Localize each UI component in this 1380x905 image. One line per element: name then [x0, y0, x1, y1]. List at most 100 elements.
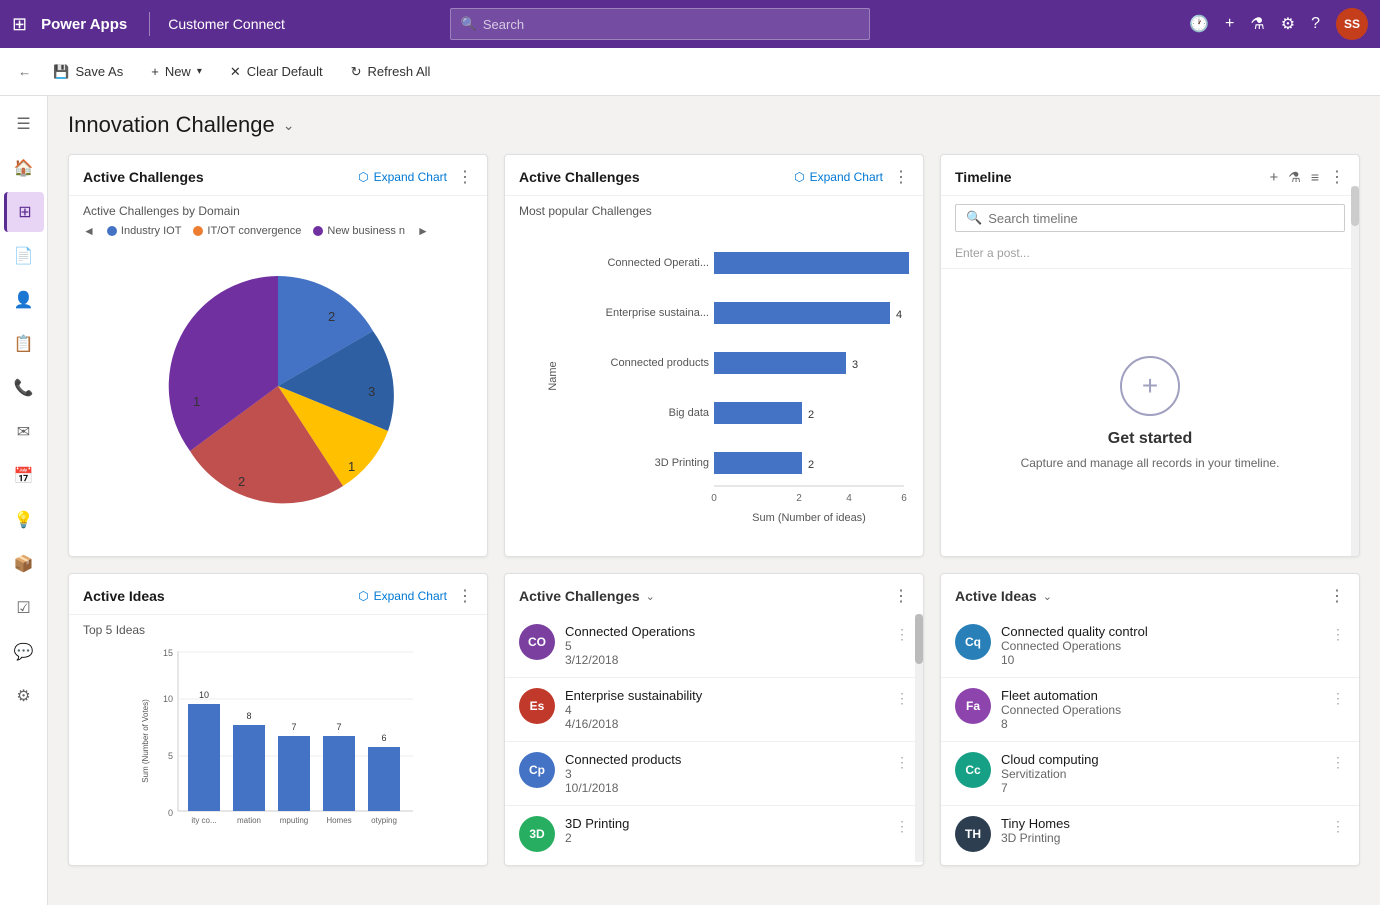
expand-icon-4: ⬡	[358, 589, 368, 603]
bar-label-4: 3D Printing	[655, 457, 709, 469]
card1-chart-subtitle: Active Challenges by Domain	[83, 204, 473, 218]
sidebar-item-pages[interactable]: 📄	[4, 236, 44, 276]
ideas-bar-chart-svg: 0 5 10 15 10 8	[83, 641, 473, 861]
bar-rect-2	[714, 352, 846, 374]
sidebar-item-contacts[interactable]: 👤	[4, 280, 44, 320]
list-item-menu-3[interactable]: ⋮	[895, 818, 909, 835]
card2-header: Active Challenges ⬡ Expand Chart ⋮	[505, 155, 923, 196]
card1-expand-button[interactable]: ⬡ Expand Chart	[358, 170, 447, 184]
list-item-menu-6-0[interactable]: ⋮	[1331, 626, 1345, 643]
list-item-menu-6-3[interactable]: ⋮	[1331, 818, 1345, 835]
global-search-input[interactable]	[483, 17, 859, 32]
page-title-chevron[interactable]: ⌄	[283, 117, 295, 134]
sidebar-item-dashboard[interactable]: ⊞	[4, 192, 44, 232]
timeline-post-input[interactable]: Enter a post...	[941, 240, 1359, 269]
ideas-val-1: 8	[246, 711, 251, 721]
card6-title: Active Ideas	[955, 588, 1037, 604]
sidebar-item-home[interactable]: 🏠	[4, 148, 44, 188]
card1-menu-icon[interactable]: ⋮	[457, 167, 473, 187]
list-item-content-3: 3D Printing 2	[565, 816, 885, 845]
card4-expand-button[interactable]: ⬡ Expand Chart	[358, 589, 447, 603]
add-icon[interactable]: +	[1225, 15, 1234, 33]
nav-right: 🕐 + ⚗ ⚙ ? SS	[1189, 8, 1368, 40]
legend-label-0: Industry IOT	[121, 225, 182, 237]
legend-item-1: IT/OT convergence	[193, 225, 301, 237]
list-item: Cq Connected quality control Connected O…	[941, 614, 1359, 678]
sidebar-item-chat[interactable]: 💬	[4, 632, 44, 672]
bar-rect-3	[714, 402, 802, 424]
card6-list: Cq Connected quality control Connected O…	[941, 614, 1359, 862]
list-item-menu-2[interactable]: ⋮	[895, 754, 909, 771]
sidebar-item-calendar[interactable]: 📅	[4, 456, 44, 496]
card2-actions: ⬡ Expand Chart ⋮	[794, 167, 909, 187]
clear-icon: ✕	[230, 64, 241, 80]
legend-next-icon[interactable]: ►	[417, 224, 429, 238]
sidebar-item-activities[interactable]: 📋	[4, 324, 44, 364]
card4-menu-icon[interactable]: ⋮	[457, 586, 473, 606]
timeline-columns-icon[interactable]: ≡	[1311, 169, 1319, 185]
filter-icon[interactable]: ⚗	[1250, 14, 1264, 34]
list-item-menu-6-1[interactable]: ⋮	[1331, 690, 1345, 707]
timeline-add-icon[interactable]: +	[1270, 169, 1279, 186]
user-avatar[interactable]: SS	[1336, 8, 1368, 40]
expand-icon: ⬡	[358, 170, 368, 184]
back-button[interactable]: ←	[12, 58, 37, 85]
sidebar-item-calls[interactable]: 📞	[4, 368, 44, 408]
timeline-scroll-thumb[interactable]	[1351, 186, 1359, 226]
card5-scrollbar-thumb[interactable]	[915, 614, 923, 664]
card6-chevron-icon[interactable]: ⌄	[1043, 590, 1052, 603]
sidebar-item-settings[interactable]: ⚙	[4, 676, 44, 716]
timeline-empty-subtitle: Capture and manage all records in your t…	[1021, 456, 1280, 470]
sidebar-item-mail[interactable]: ✉	[4, 412, 44, 452]
timeline-plus-circle: +	[1120, 356, 1180, 416]
card1-header: Active Challenges ⬡ Expand Chart ⋮	[69, 155, 487, 196]
list-item-menu-1[interactable]: ⋮	[895, 690, 909, 707]
ideas-val-4: 6	[381, 733, 386, 743]
list-item-avatar-1: Es	[519, 688, 555, 724]
card5-scrollbar-track	[915, 614, 923, 862]
new-button[interactable]: + New ▾	[139, 58, 214, 85]
ideas-bar-4	[368, 747, 400, 811]
recent-icon[interactable]: 🕐	[1189, 14, 1209, 34]
clear-default-button[interactable]: ✕ Clear Default	[218, 58, 335, 86]
bar-val-1: 4	[896, 309, 902, 321]
timeline-header-right: + ⚗ ≡ ⋮	[1270, 167, 1346, 187]
sidebar-item-tasks[interactable]: ☑	[4, 588, 44, 628]
list-item-menu-6-2[interactable]: ⋮	[1331, 754, 1345, 771]
global-search[interactable]: 🔍	[450, 8, 870, 40]
card2-expand-button[interactable]: ⬡ Expand Chart	[794, 170, 883, 184]
timeline-search-input[interactable]	[988, 211, 1334, 226]
pie-label-2: 1	[348, 459, 355, 474]
save-as-button[interactable]: 💾 Save As	[41, 58, 135, 86]
card5-menu-icon[interactable]: ⋮	[893, 586, 909, 606]
help-icon[interactable]: ?	[1311, 15, 1320, 33]
card2-subtitle: Most popular Challenges	[519, 204, 909, 218]
card5-chevron-icon[interactable]: ⌄	[646, 590, 655, 603]
timeline-menu-icon[interactable]: ⋮	[1329, 167, 1345, 187]
bar-val-4: 2	[808, 459, 814, 471]
pie-label-1: 3	[368, 384, 375, 399]
timeline-empty-state: + Get started Capture and manage all rec…	[941, 269, 1359, 556]
settings-icon[interactable]: ⚙	[1281, 14, 1295, 34]
list-item-menu-0[interactable]: ⋮	[895, 626, 909, 643]
refresh-all-button[interactable]: ↻ Refresh All	[339, 58, 443, 86]
sidebar-item-insights[interactable]: 💡	[4, 500, 44, 540]
card5-list: CO Connected Operations 5 3/12/2018 ⋮	[505, 614, 923, 862]
card6-menu-icon[interactable]: ⋮	[1329, 586, 1345, 606]
waffle-icon[interactable]: ⊞	[12, 14, 27, 35]
bar-label-1: Enterprise sustaina...	[606, 307, 709, 319]
app-name: Power Apps	[41, 16, 127, 33]
sidebar-item-products[interactable]: 📦	[4, 544, 44, 584]
timeline-filter-icon[interactable]: ⚗	[1288, 169, 1301, 186]
nav-divider	[149, 12, 150, 36]
list-item-avatar-6-3: TH	[955, 816, 991, 852]
pie-label-0: 2	[328, 309, 335, 324]
card5-scroll-wrap: CO Connected Operations 5 3/12/2018 ⋮	[505, 614, 923, 862]
timeline-search[interactable]: 🔍	[955, 204, 1345, 232]
x-tick-2: 4	[846, 493, 852, 504]
list-item-sub-2: 3 10/1/2018	[565, 767, 885, 795]
card2-menu-icon[interactable]: ⋮	[893, 167, 909, 187]
list-item-sub-6-3: 3D Printing	[1001, 831, 1321, 845]
legend-prev-icon[interactable]: ◄	[83, 224, 95, 238]
sidebar-item-menu[interactable]: ☰	[4, 104, 44, 144]
